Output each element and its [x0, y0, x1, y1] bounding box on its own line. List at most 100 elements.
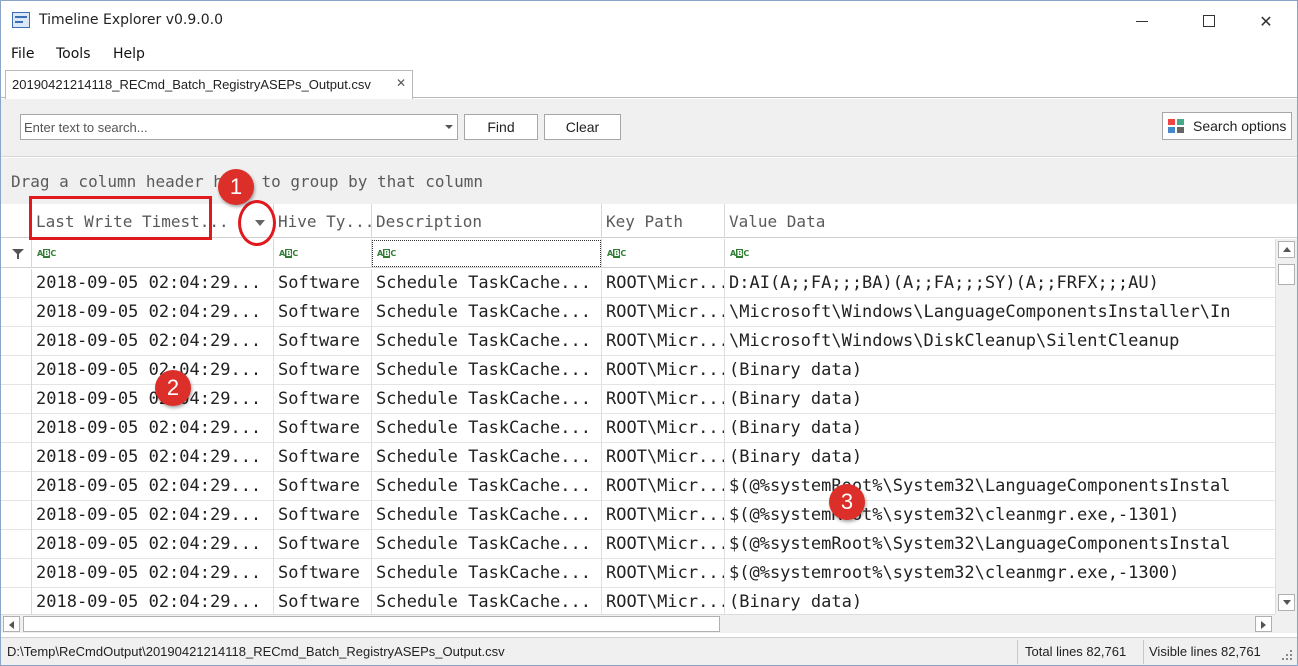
menu-file[interactable]: File: [11, 46, 34, 62]
minimize-button[interactable]: [1119, 1, 1165, 41]
cell-key-path[interactable]: ROOT\Micr...: [602, 414, 725, 443]
cell-key-path[interactable]: ROOT\Micr...: [602, 269, 725, 298]
cell-description[interactable]: Schedule TaskCache...: [372, 269, 602, 298]
search-input[interactable]: [24, 118, 434, 136]
table-row[interactable]: 2018-09-05 02:04:29... Software Schedule T…: [1, 443, 1275, 472]
cell-description[interactable]: Schedule TaskCache...: [372, 588, 602, 614]
cell-key-path[interactable]: ROOT\Micr...: [602, 559, 725, 588]
scroll-up-icon[interactable]: [1278, 241, 1295, 258]
cell-key-path[interactable]: ROOT\Micr...: [602, 327, 725, 356]
search-options-button[interactable]: Search options: [1162, 112, 1292, 140]
cell-last-write[interactable]: 2018-09-05 02:04:29...: [32, 327, 274, 356]
search-combo[interactable]: [20, 114, 458, 140]
cell-last-write[interactable]: 2018-09-05 02:04:29...: [32, 385, 274, 414]
cell-hive-type[interactable]: Software: [274, 443, 372, 472]
cell-value-data[interactable]: D:AI(A;;FA;;;BA)(A;;FA;;;SY)(A;;FRFX;;;A…: [725, 269, 1275, 298]
find-button[interactable]: Find: [464, 114, 538, 140]
cell-value-data[interactable]: (Binary data): [725, 443, 1275, 472]
column-header-description[interactable]: Description: [372, 204, 602, 238]
cell-value-data[interactable]: (Binary data): [725, 588, 1275, 614]
vertical-scrollbar[interactable]: [1275, 239, 1297, 614]
row-indicator[interactable]: [1, 588, 32, 614]
cell-hive-type[interactable]: Software: [274, 356, 372, 385]
cell-hive-type[interactable]: Software: [274, 559, 372, 588]
table-row[interactable]: 2018-09-05 02:04:29... Software Schedule T…: [1, 385, 1275, 414]
filter-cell-key-path[interactable]: ABC: [602, 239, 725, 268]
vertical-scroll-thumb[interactable]: [1278, 264, 1295, 285]
clear-button[interactable]: Clear: [544, 114, 621, 140]
cell-description[interactable]: Schedule TaskCache...: [372, 443, 602, 472]
table-row[interactable]: 2018-09-05 02:04:29... Software Schedule T…: [1, 327, 1275, 356]
row-indicator[interactable]: [1, 356, 32, 385]
tab-close-icon[interactable]: ✕: [396, 76, 406, 90]
document-tab[interactable]: 20190421214118_RECmd_Batch_RegistryASEPs…: [5, 70, 413, 99]
cell-value-data[interactable]: $(@%systemRoot%\system32\cleanmgr.exe,-1…: [725, 501, 1275, 530]
row-indicator[interactable]: [1, 472, 32, 501]
cell-hive-type[interactable]: Software: [274, 327, 372, 356]
scroll-down-icon[interactable]: [1278, 594, 1295, 611]
cell-hive-type[interactable]: Software: [274, 472, 372, 501]
table-row[interactable]: 2018-09-05 02:04:29... Software Schedule T…: [1, 298, 1275, 327]
cell-key-path[interactable]: ROOT\Micr...: [602, 385, 725, 414]
cell-description[interactable]: Schedule TaskCache...: [372, 298, 602, 327]
chevron-down-icon[interactable]: [445, 125, 453, 129]
cell-key-path[interactable]: ROOT\Micr...: [602, 501, 725, 530]
cell-last-write[interactable]: 2018-09-05 02:04:29...: [32, 443, 274, 472]
cell-last-write[interactable]: 2018-09-05 02:04:29...: [32, 269, 274, 298]
menu-help[interactable]: Help: [113, 46, 145, 62]
column-header-hive-type[interactable]: Hive Ty...: [274, 204, 372, 238]
cell-key-path[interactable]: ROOT\Micr...: [602, 472, 725, 501]
column-header-value-data[interactable]: Value Data: [725, 204, 1297, 238]
table-row[interactable]: 2018-09-05 02:04:29... Software Schedule T…: [1, 588, 1275, 614]
row-indicator[interactable]: [1, 530, 32, 559]
maximize-button[interactable]: [1186, 1, 1232, 41]
cell-last-write[interactable]: 2018-09-05 02:04:29...: [32, 298, 274, 327]
cell-description[interactable]: Schedule TaskCache...: [372, 327, 602, 356]
cell-description[interactable]: Schedule TaskCache...: [372, 414, 602, 443]
cell-hive-type[interactable]: Software: [274, 298, 372, 327]
cell-last-write[interactable]: 2018-09-05 02:04:29...: [32, 472, 274, 501]
cell-key-path[interactable]: ROOT\Micr...: [602, 356, 725, 385]
cell-description[interactable]: Schedule TaskCache...: [372, 356, 602, 385]
cell-value-data[interactable]: (Binary data): [725, 414, 1275, 443]
cell-hive-type[interactable]: Software: [274, 269, 372, 298]
close-button[interactable]: ✕: [1243, 1, 1289, 41]
cell-hive-type[interactable]: Software: [274, 414, 372, 443]
cell-description[interactable]: Schedule TaskCache...: [372, 385, 602, 414]
cell-value-data[interactable]: \Microsoft\Windows\DiskCleanup\SilentCle…: [725, 327, 1275, 356]
table-row[interactable]: 2018-09-05 02:04:29... Software Schedule T…: [1, 559, 1275, 588]
cell-hive-type[interactable]: Software: [274, 588, 372, 614]
cell-hive-type[interactable]: Software: [274, 530, 372, 559]
cell-value-data[interactable]: $(@%systemroot%\system32\cleanmgr.exe,-1…: [725, 559, 1275, 588]
row-indicator[interactable]: [1, 501, 32, 530]
row-indicator[interactable]: [1, 327, 32, 356]
cell-last-write[interactable]: 2018-09-05 02:04:29...: [32, 530, 274, 559]
filter-cell-value-data[interactable]: ABC: [725, 239, 1275, 268]
cell-description[interactable]: Schedule TaskCache...: [372, 472, 602, 501]
cell-value-data[interactable]: $(@%systemRoot%\System32\LanguageCompone…: [725, 530, 1275, 559]
filter-cell-last-write[interactable]: ABC: [32, 239, 274, 268]
scroll-left-icon[interactable]: [3, 616, 20, 632]
cell-description[interactable]: Schedule TaskCache...: [372, 501, 602, 530]
cell-value-data[interactable]: \Microsoft\Windows\LanguageComponentsIns…: [725, 298, 1275, 327]
row-indicator[interactable]: [1, 298, 32, 327]
cell-description[interactable]: Schedule TaskCache...: [372, 530, 602, 559]
row-indicator[interactable]: [1, 443, 32, 472]
cell-description[interactable]: Schedule TaskCache...: [372, 559, 602, 588]
cell-last-write[interactable]: 2018-09-05 02:04:29...: [32, 588, 274, 614]
column-header-key-path[interactable]: Key Path: [602, 204, 725, 238]
row-indicator[interactable]: [1, 559, 32, 588]
cell-last-write[interactable]: 2018-09-05 02:04:29...: [32, 356, 274, 385]
cell-key-path[interactable]: ROOT\Micr...: [602, 530, 725, 559]
cell-last-write[interactable]: 2018-09-05 02:04:29...: [32, 501, 274, 530]
table-row[interactable]: 2018-09-05 02:04:29... Software Schedule T…: [1, 501, 1275, 530]
cell-hive-type[interactable]: Software: [274, 501, 372, 530]
resize-grip-icon[interactable]: [1281, 650, 1293, 662]
cell-last-write[interactable]: 2018-09-05 02:04:29...: [32, 414, 274, 443]
row-indicator[interactable]: [1, 385, 32, 414]
scroll-right-icon[interactable]: [1255, 616, 1272, 632]
cell-value-data[interactable]: (Binary data): [725, 385, 1275, 414]
table-row[interactable]: 2018-09-05 02:04:29... Software Schedule T…: [1, 414, 1275, 443]
cell-hive-type[interactable]: Software: [274, 385, 372, 414]
row-indicator[interactable]: [1, 414, 32, 443]
